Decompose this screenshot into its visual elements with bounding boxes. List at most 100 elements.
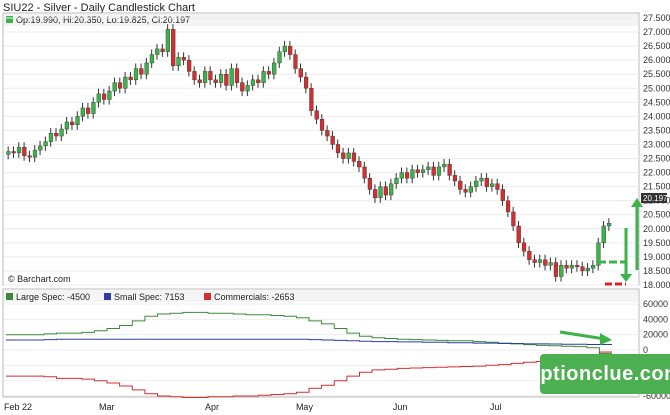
candle: [468, 186, 473, 193]
candle: [176, 57, 181, 66]
candle: [86, 107, 91, 114]
candle: [303, 76, 309, 89]
candle: [559, 265, 564, 277]
candle: [171, 29, 176, 66]
candle: [261, 71, 266, 83]
candle: [80, 107, 85, 117]
candle: [415, 169, 420, 173]
date-tick-label: Feb 22: [4, 402, 32, 412]
candle: [527, 251, 532, 260]
price-tick-label: 19.500: [643, 238, 670, 248]
candle: [389, 183, 394, 196]
price-panel: [2, 12, 640, 286]
legend-swatch: [6, 293, 13, 300]
candle: [38, 145, 43, 151]
candle: [181, 57, 186, 61]
candle: [426, 166, 431, 170]
candle: [452, 175, 458, 182]
candle: [48, 133, 54, 142]
candle: [543, 259, 548, 266]
candle: [123, 76, 128, 89]
date-tick-label: Mar: [99, 402, 115, 412]
candle: [107, 90, 112, 100]
candle: [101, 93, 107, 100]
candle: [601, 225, 606, 244]
price-tick-label: 20.500: [643, 210, 670, 220]
candle: [250, 79, 256, 86]
date-tick-label: May: [296, 402, 314, 412]
candle: [197, 79, 202, 83]
candle: [431, 166, 436, 176]
candle: [420, 169, 426, 173]
candle: [70, 121, 75, 125]
legend-swatch: [104, 293, 111, 300]
price-tick-label: 26.500: [643, 41, 670, 51]
candle: [367, 177, 372, 190]
legend-entry: Large Spec: -4500: [16, 292, 90, 302]
date-tick-label: Jul: [490, 402, 502, 412]
candle: [463, 189, 468, 193]
candle: [495, 183, 500, 190]
date-tick-label: Apr: [205, 402, 219, 412]
ohlc-swatch: [6, 16, 13, 23]
price-tick-label: 24.500: [643, 97, 670, 107]
candle: [96, 93, 101, 103]
candle: [394, 177, 399, 185]
candle: [569, 265, 574, 269]
candle: [149, 54, 155, 64]
candle: [91, 102, 96, 114]
legend-swatch: [204, 293, 211, 300]
price-tick-label: 25.500: [643, 69, 670, 79]
candle: [245, 85, 250, 92]
candle: [399, 172, 404, 179]
candle: [346, 152, 351, 159]
candle: [537, 259, 543, 263]
candle: [373, 189, 378, 199]
price-tick-label: 26.000: [643, 55, 670, 65]
candle: [128, 76, 133, 81]
candle: [319, 118, 325, 131]
candle: [240, 82, 245, 92]
candle: [474, 180, 479, 187]
candle: [351, 152, 357, 162]
price-tick-label: 23.000: [643, 139, 670, 149]
candle: [484, 177, 489, 187]
candle: [580, 266, 585, 272]
candle: [213, 79, 218, 83]
candle: [234, 68, 240, 83]
candle: [314, 110, 319, 120]
candle: [404, 172, 410, 179]
watermark: optionclue.com: [528, 354, 670, 394]
candle: [606, 223, 612, 227]
cot-tick-label: 40000: [643, 314, 668, 324]
candle: [277, 51, 282, 64]
candle: [521, 242, 527, 252]
legend-entry: Small Spec: 7153: [114, 292, 185, 302]
candle: [155, 48, 160, 55]
candle: [490, 183, 495, 187]
candle: [32, 149, 38, 158]
price-tick-label: 22.000: [643, 168, 670, 178]
candle: [187, 59, 192, 72]
candle: [272, 62, 277, 75]
candle: [298, 68, 303, 78]
candle: [266, 71, 271, 75]
candle: [500, 189, 505, 201]
candle: [458, 180, 463, 190]
cot-legend: Large Spec: -4500 Small Spec: 7153 Commerc…: [6, 292, 295, 302]
candle: [288, 45, 293, 55]
candle: [256, 79, 261, 83]
candle: [144, 62, 149, 75]
price-tick-label: 25.000: [643, 83, 670, 93]
candle: [54, 133, 59, 137]
candle: [410, 169, 415, 179]
price-tick-label: 24.000: [643, 111, 670, 121]
candle: [357, 161, 362, 168]
price-tick-label: 18.500: [643, 266, 670, 276]
candle: [341, 152, 346, 159]
candle: [192, 71, 197, 81]
candle: [548, 262, 553, 266]
candle: [282, 45, 287, 52]
candle: [139, 68, 144, 75]
candle: [112, 82, 117, 92]
